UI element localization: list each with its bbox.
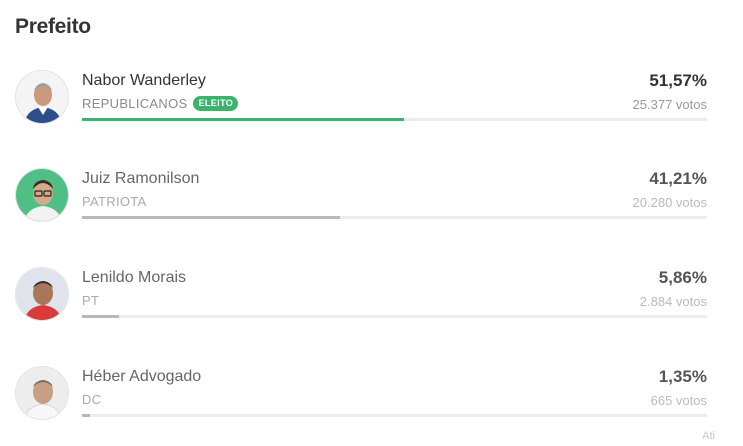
candidate-row[interactable]: Lenildo Morais PT 5,86% 2.884 votos xyxy=(0,267,743,347)
candidate-row[interactable]: Nabor Wanderley REPUBLICANOS ELEITO 51,5… xyxy=(0,70,743,150)
candidate-name: Lenildo Morais xyxy=(82,269,187,286)
candidate-photo xyxy=(15,366,69,420)
vote-count: 25.377 votos xyxy=(632,97,707,112)
vote-bar-fill xyxy=(82,414,91,417)
candidate-photo xyxy=(15,267,69,321)
candidate-row[interactable]: Juiz Ramonilson PATRIOTA 41,21% 20.280 v… xyxy=(0,168,743,248)
party-label: PATRIOTA xyxy=(82,194,147,209)
vote-percentage: 5,86% xyxy=(658,268,707,287)
vote-bar-track xyxy=(82,118,707,121)
vote-bar-fill xyxy=(82,315,119,318)
candidate-row[interactable]: Héber Advogado DC 1,35% 665 votos xyxy=(0,366,743,446)
footer-partial-text: Ati xyxy=(702,430,715,442)
party-label: DC xyxy=(82,392,102,407)
vote-percentage: 1,35% xyxy=(658,367,707,386)
party-label: REPUBLICANOS xyxy=(82,96,188,111)
vote-count: 20.280 votos xyxy=(632,195,707,210)
candidate-name: Nabor Wanderley xyxy=(82,72,206,89)
vote-bar-track xyxy=(82,216,707,219)
vote-bar-fill xyxy=(82,216,340,219)
candidate-photo xyxy=(15,70,69,124)
candidate-party: PT xyxy=(82,293,99,308)
party-label: PT xyxy=(82,293,100,308)
candidate-name: Juiz Ramonilson xyxy=(82,170,200,187)
vote-bar-track xyxy=(82,414,707,417)
section-title: Prefeito xyxy=(15,15,91,38)
candidate-party: DC xyxy=(82,392,101,407)
vote-bar-fill xyxy=(82,118,405,121)
vote-count: 2.884 votos xyxy=(639,294,707,309)
candidate-party: REPUBLICANOS ELEITO xyxy=(82,96,239,111)
candidate-photo xyxy=(15,168,69,222)
candidate-name: Héber Advogado xyxy=(82,368,202,385)
vote-percentage: 51,57% xyxy=(649,71,707,90)
elected-badge: ELEITO xyxy=(193,96,239,111)
vote-bar-track xyxy=(82,315,707,318)
vote-percentage: 41,21% xyxy=(649,169,707,188)
candidate-party: PATRIOTA xyxy=(82,194,147,209)
vote-count: 665 votos xyxy=(650,393,707,408)
